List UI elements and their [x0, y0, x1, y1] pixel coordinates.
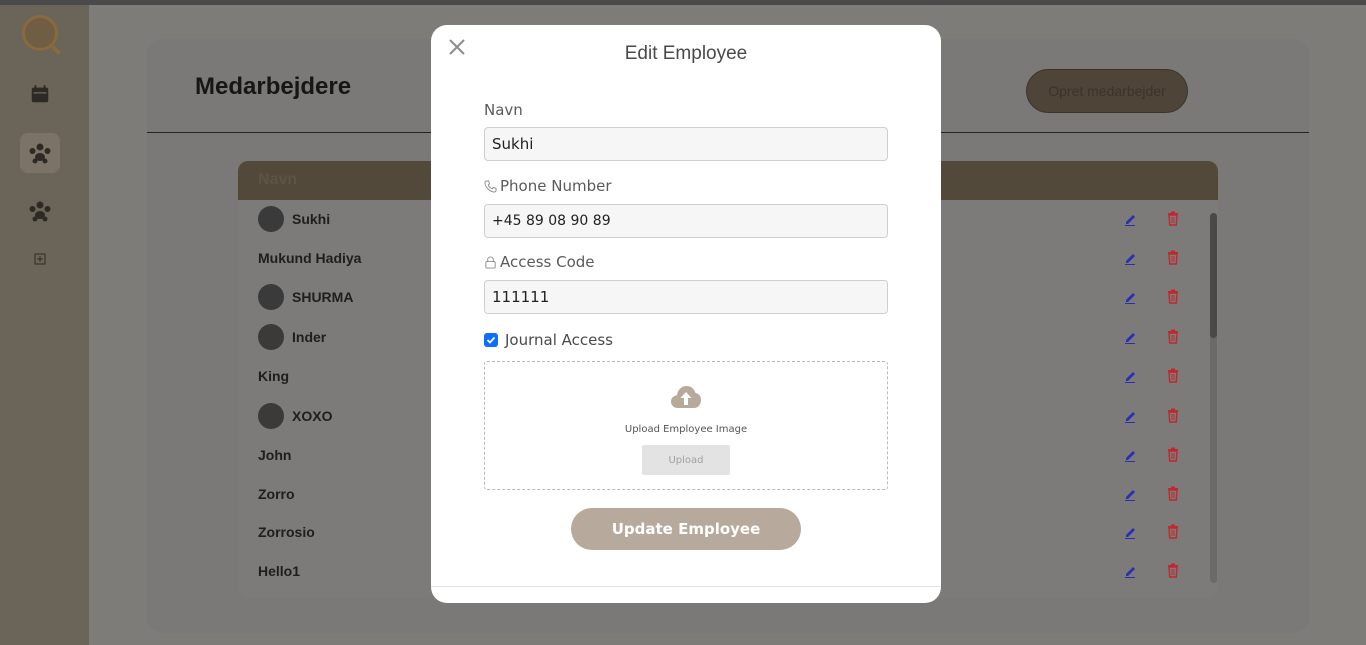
phone-label: Phone Number	[484, 177, 612, 195]
delete-icon[interactable]	[1167, 250, 1179, 265]
edit-icon[interactable]	[1124, 487, 1136, 501]
phone-field[interactable]	[484, 204, 888, 238]
calendar-icon	[31, 84, 49, 103]
edit-icon[interactable]	[1124, 212, 1136, 226]
small-grid-icon	[34, 253, 46, 265]
page-title: Medarbejdere	[195, 73, 352, 100]
edit-employee-modal: Edit Employee Navn Phone Number Access C…	[431, 25, 941, 603]
checkmark-icon	[486, 336, 496, 344]
delete-icon[interactable]	[1167, 447, 1179, 462]
phone-icon	[484, 179, 497, 193]
phone-label-text: Phone Number	[500, 177, 612, 195]
delete-icon[interactable]	[1167, 524, 1179, 539]
employee-name: SHURMA	[292, 289, 354, 305]
edit-icon[interactable]	[1124, 290, 1136, 304]
lock-icon	[485, 255, 496, 269]
employee-name: Mukund Hadiya	[258, 250, 362, 266]
sidebar-item-group[interactable]	[20, 191, 60, 231]
delete-icon[interactable]	[1167, 211, 1179, 226]
avatar	[258, 403, 284, 429]
access-code-field[interactable]	[484, 280, 888, 314]
name-field[interactable]	[484, 127, 888, 161]
employee-name: John	[258, 447, 292, 463]
app-logo[interactable]	[22, 15, 58, 51]
avatar	[258, 324, 284, 350]
employee-name: XOXO	[292, 408, 333, 424]
journal-access-checkbox[interactable]	[484, 333, 498, 347]
upload-hint: Upload Employee Image	[624, 424, 748, 435]
delete-icon[interactable]	[1167, 368, 1179, 383]
edit-icon[interactable]	[1124, 369, 1136, 383]
edit-icon[interactable]	[1124, 409, 1136, 423]
image-dropzone[interactable]: Upload Employee Image Upload	[484, 361, 888, 490]
name-label: Navn	[484, 101, 523, 119]
cloud-upload-icon	[671, 386, 701, 408]
sidebar-item-small[interactable]	[20, 239, 60, 279]
delete-icon[interactable]	[1167, 408, 1179, 423]
access-code-label-text: Access Code	[500, 253, 595, 271]
delete-icon[interactable]	[1167, 289, 1179, 304]
delete-icon[interactable]	[1167, 329, 1179, 344]
employee-name: King	[258, 368, 290, 384]
journal-access-row[interactable]: Journal Access	[484, 331, 613, 349]
modal-footer-divider	[431, 586, 941, 587]
upload-button[interactable]: Upload	[642, 445, 730, 475]
sidebar	[0, 5, 89, 645]
update-employee-button[interactable]: Update Employee	[571, 508, 801, 550]
table-scrollbar-thumb[interactable]	[1210, 213, 1217, 338]
edit-icon[interactable]	[1124, 448, 1136, 462]
name-label-text: Navn	[484, 101, 523, 119]
employees-icon	[29, 143, 51, 164]
employee-name: Zorrosio	[258, 524, 315, 540]
delete-icon[interactable]	[1167, 486, 1179, 501]
modal-title: Edit Employee	[624, 43, 748, 64]
employee-name: Inder	[292, 329, 327, 345]
sidebar-item-calendar[interactable]	[20, 74, 60, 114]
delete-icon[interactable]	[1167, 563, 1179, 578]
edit-icon[interactable]	[1124, 330, 1136, 344]
edit-icon[interactable]	[1124, 251, 1136, 265]
employee-name: Hello1	[258, 563, 301, 579]
access-code-label: Access Code	[484, 253, 595, 271]
sidebar-item-employees[interactable]	[20, 133, 60, 173]
group-icon	[29, 201, 51, 222]
create-employee-button[interactable]: Opret medarbejder	[1026, 69, 1188, 113]
avatar	[258, 284, 284, 310]
avatar	[258, 206, 284, 232]
employee-name: Zorro	[258, 486, 295, 502]
edit-icon[interactable]	[1124, 564, 1136, 578]
journal-access-label: Journal Access	[505, 331, 613, 349]
employee-name: Sukhi	[292, 211, 331, 227]
edit-icon[interactable]	[1124, 525, 1136, 539]
